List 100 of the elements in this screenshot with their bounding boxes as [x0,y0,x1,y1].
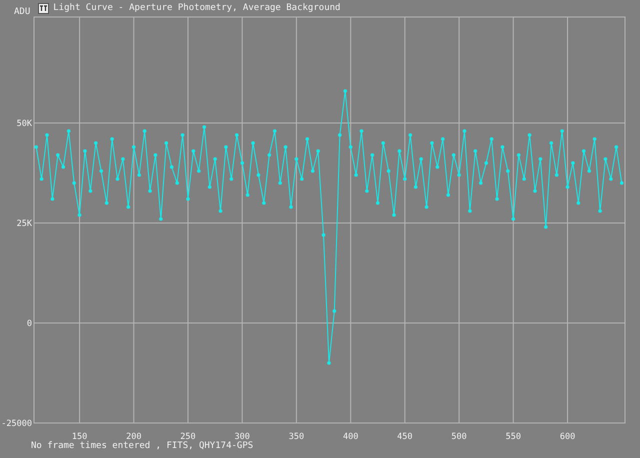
data-point [148,189,152,193]
data-point [403,177,407,181]
data-point [104,201,108,205]
data-point [34,145,38,149]
data-point [419,157,423,161]
data-point [474,149,478,153]
y-tick-label: 50K [16,119,32,129]
data-point [598,209,602,213]
data-point [538,157,542,161]
x-tick-label: 150 [72,432,88,441]
data-point [116,177,120,181]
data-point [202,125,206,129]
data-point [272,129,277,133]
data-point [360,129,364,133]
data-point [316,149,320,153]
x-tick-label: 250 [180,432,196,441]
data-point [614,145,618,149]
data-point [370,153,374,157]
data-point [408,133,412,137]
data-point [516,153,521,157]
status-text: No frame times entered , FITS, QHY174-GPS [31,441,254,451]
data-point [566,185,570,189]
data-point [175,181,179,185]
data-point [571,161,575,165]
data-point [197,169,201,173]
data-point [544,225,548,229]
data-point [83,149,87,153]
data-point [587,169,592,173]
data-point [452,153,456,157]
data-point [230,177,234,181]
x-tick-label: 600 [560,432,576,441]
data-point [446,193,450,197]
data-point [604,157,608,161]
x-tick-label: 400 [342,432,358,441]
data-point [61,165,66,169]
data-point [554,173,558,177]
data-point [441,137,445,141]
data-point [327,361,331,365]
data-point [354,173,358,177]
data-point [126,205,130,209]
data-point [159,217,163,221]
y-tick-label: -25000 [1,419,32,429]
x-tick-label: 550 [506,432,521,441]
data-point [343,89,348,93]
data-point [294,157,298,161]
data-point [170,165,174,169]
data-point [414,185,418,189]
data-point [132,145,136,149]
data-point [137,173,141,177]
data-point [262,201,266,205]
data-point [332,309,336,313]
data-point [457,173,461,177]
data-point [398,149,402,153]
data-point [289,205,293,209]
data-point [234,133,239,137]
data-point [322,233,326,237]
data-point [338,133,342,137]
data-point [180,133,184,137]
data-point [256,173,260,177]
data-point [560,129,564,133]
data-point [40,177,44,181]
data-point [549,141,554,145]
data-point [592,137,596,141]
app-icon [38,2,50,14]
data-point [365,189,369,193]
data-point [386,169,390,173]
data-point [348,145,352,149]
data-point [110,137,114,141]
data-point [213,157,217,161]
data-point [512,217,516,221]
data-point [376,201,380,205]
data-point [88,189,92,193]
data-point [500,145,504,149]
y-tick-label: 25K [16,219,32,229]
data-point [522,177,526,181]
data-point [224,145,228,149]
data-point [609,177,613,181]
data-point [94,141,98,145]
data-point [430,141,434,145]
x-tick-label: 300 [234,432,250,441]
x-tick-label: 350 [288,432,304,441]
data-point [582,149,586,153]
data-point [436,165,440,169]
data-point [142,129,146,133]
x-tick-label: 200 [126,432,142,441]
data-point [468,209,472,213]
data-point [484,161,488,165]
data-point [576,201,580,205]
data-point [310,169,314,173]
y-tick-label: 0 [26,319,32,329]
data-point [121,157,125,161]
data-point [66,129,70,133]
data-point [251,141,255,145]
data-point [78,213,82,217]
data-point [300,177,304,181]
data-point [620,181,624,185]
data-point [186,197,190,201]
data-point [218,209,222,213]
y-axis-label: ADU [14,7,30,17]
data-point [506,169,510,173]
